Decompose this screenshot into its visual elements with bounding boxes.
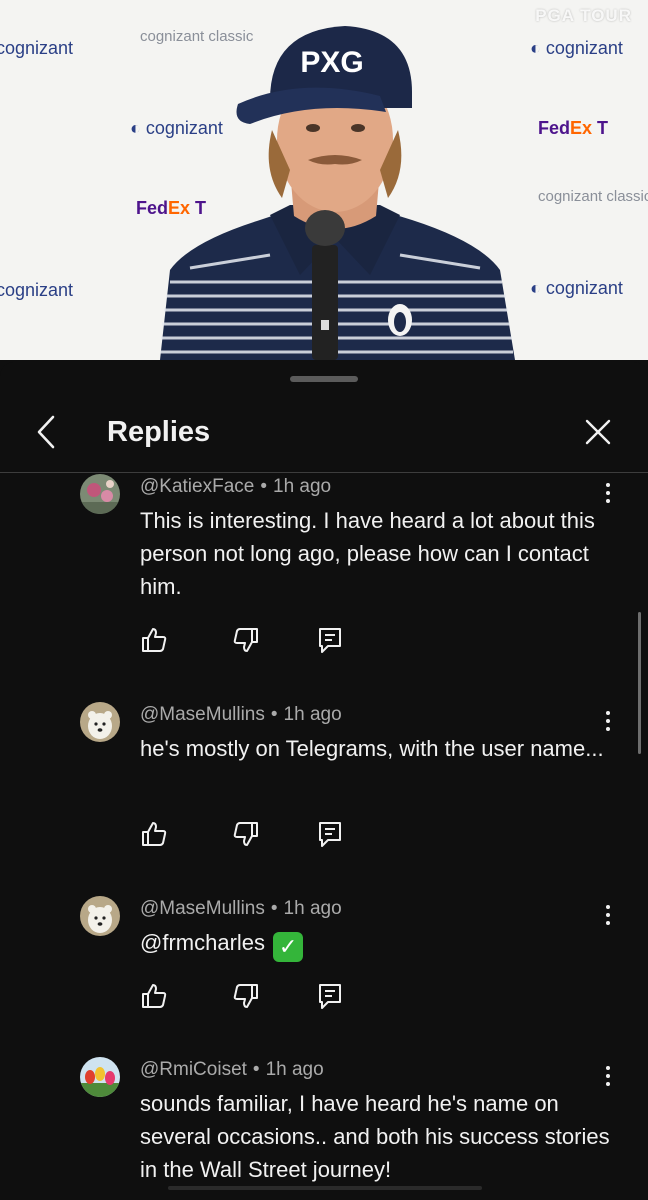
drag-handle[interactable] — [290, 376, 358, 382]
author-name[interactable]: @RmiCoiset — [140, 1059, 247, 1080]
thumb-down-icon — [233, 628, 258, 652]
comment-actions — [140, 820, 370, 850]
reply-button[interactable] — [316, 982, 344, 1010]
comment-meta: @KatiexFace • 1h ago — [140, 476, 332, 497]
close-button[interactable] — [578, 412, 618, 452]
panel-header: Replies — [0, 398, 648, 470]
dislike-button[interactable] — [232, 626, 260, 654]
timestamp: 1h ago — [265, 1059, 324, 1080]
page-title: Replies — [107, 416, 211, 448]
like-button[interactable] — [140, 982, 168, 1010]
reply-comment-icon — [319, 984, 341, 1009]
like-button[interactable] — [140, 820, 168, 848]
polar-bear-photo-avatar — [80, 702, 120, 742]
backdrop-logo: cognizant — [0, 280, 74, 300]
reply-button[interactable] — [316, 626, 344, 654]
tulips-photo-avatar — [80, 1057, 120, 1097]
comment-actions — [140, 982, 370, 1012]
check-mark-emoji: ✓ — [273, 932, 304, 962]
thumb-down-icon — [233, 984, 258, 1008]
back-button[interactable] — [28, 412, 64, 452]
more-options-button[interactable] — [596, 708, 620, 734]
more-options-button[interactable] — [596, 1063, 620, 1089]
comment-text: @frmcharles ✓ — [140, 926, 610, 962]
thumb-down-icon — [233, 822, 258, 846]
timestamp: 1h ago — [273, 476, 332, 497]
more-options-button[interactable] — [596, 480, 620, 506]
avatar[interactable] — [80, 896, 120, 936]
author-name[interactable]: @KatiexFace — [140, 476, 254, 497]
author-name[interactable]: @MaseMullins — [140, 704, 265, 725]
backdrop-logo: cognizant classic — [538, 188, 648, 205]
avatar[interactable] — [80, 474, 120, 514]
reply-comment-icon — [319, 628, 341, 653]
comment-text: This is interesting. I have heard a lot … — [140, 508, 595, 599]
polar-bear-photo-avatar — [80, 896, 120, 936]
backdrop-logo: cognizant — [0, 38, 74, 58]
dislike-button[interactable] — [232, 982, 260, 1010]
video-player[interactable]: cognizant ◐ cognizant ◐ cognizant ◐ cogn… — [0, 0, 648, 360]
comment-actions — [140, 626, 370, 656]
more-options-button[interactable] — [596, 902, 620, 928]
timestamp: 1h ago — [283, 704, 342, 725]
reply-comment-icon — [319, 822, 341, 847]
comment-meta: @RmiCoiset • 1h ago — [140, 1059, 324, 1080]
comment-text: he's mostly on Telegrams, with the user … — [140, 736, 604, 761]
thumb-up-icon — [142, 984, 167, 1008]
like-button[interactable] — [140, 626, 168, 654]
reply-button[interactable] — [316, 820, 344, 848]
backdrop-logo: ◐ cognizant — [530, 278, 623, 298]
header-divider — [0, 472, 648, 473]
close-icon — [585, 419, 611, 445]
timestamp: 1h ago — [283, 898, 342, 919]
thumb-up-icon — [142, 628, 167, 652]
floral-photo-avatar — [80, 474, 120, 514]
thumb-up-icon — [142, 822, 167, 846]
backdrop-logo: ◐ cognizant — [530, 38, 623, 58]
home-indicator — [168, 1186, 482, 1190]
avatar[interactable] — [80, 1057, 120, 1097]
avatar[interactable] — [80, 702, 120, 742]
cap-logo: PXG — [300, 46, 363, 79]
golfer-figure: PXG — [160, 26, 515, 360]
dislike-button[interactable] — [232, 820, 260, 848]
comment-text: sounds familiar, I have heard he's name … — [140, 1091, 610, 1182]
comment-meta: @MaseMullins • 1h ago — [140, 898, 342, 919]
comment-meta: @MaseMullins • 1h ago — [140, 704, 342, 725]
chevron-left-icon — [37, 415, 55, 449]
mention-link[interactable]: @frmcharles — [140, 930, 265, 955]
pga-tour-watermark: PGA TOUR — [535, 6, 632, 25]
author-name[interactable]: @MaseMullins — [140, 898, 265, 919]
backdrop-logo: FedEx T — [538, 118, 609, 138]
scrollbar[interactable] — [638, 612, 641, 754]
